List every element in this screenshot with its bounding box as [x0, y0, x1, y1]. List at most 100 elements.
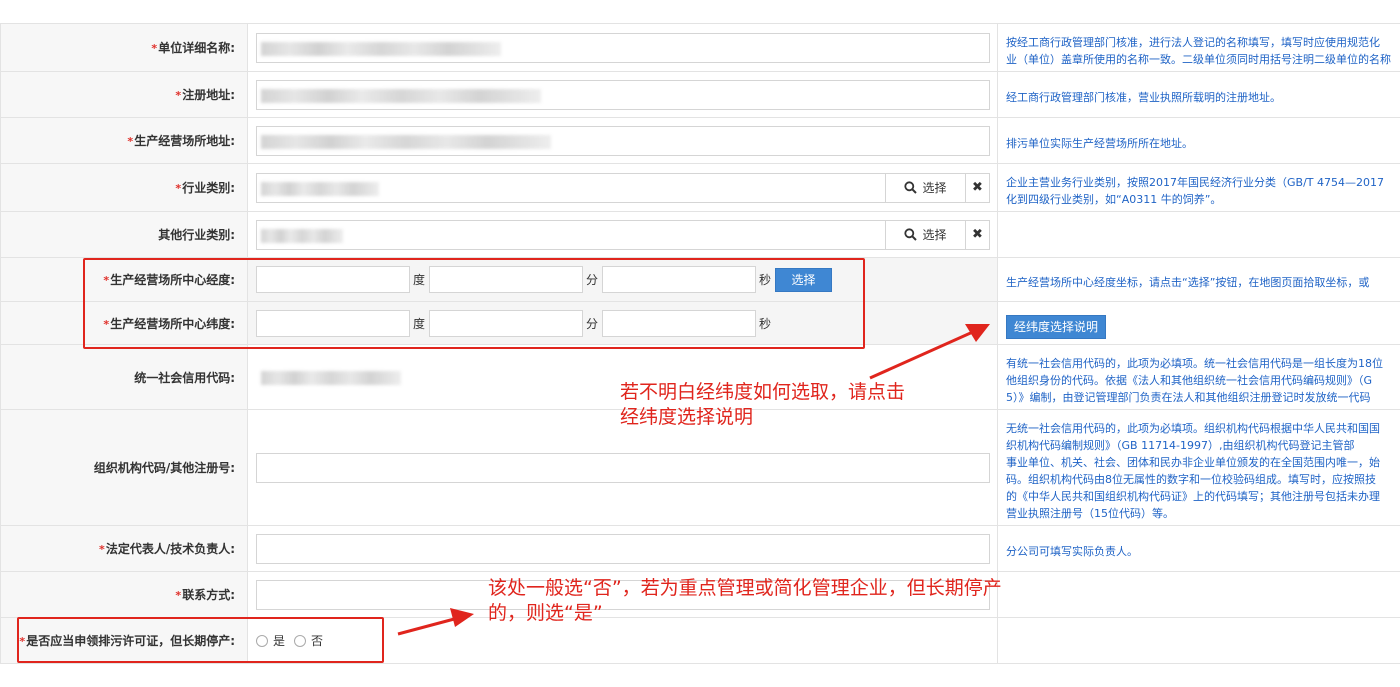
help-org-code: 无统一社会信用代码的，此项为必填项。组织机构代码根据中华人民共和国国 织机构代码…: [997, 409, 1400, 526]
annotation-line: 的，则选“是”: [488, 602, 603, 624]
row-latitude: *生产经营场所中心纬度: 度 分 秒 经纬度选择说明: [0, 301, 1400, 345]
other-industry-clear-button[interactable]: ✖: [966, 219, 990, 250]
help-unit-name: 按经工商行政管理部门核准，进行法人登记的名称填写，填写时应使用规范化 业（单位）…: [997, 23, 1400, 72]
row-unit-name: *单位详细名称: 按经工商行政管理部门核准，进行法人登记的名称填写，填写时应使用…: [0, 23, 1400, 72]
help-line: 码。组织机构代码由8位无属性的数字和一位校验码组成。填写时，应按照技: [1006, 472, 1376, 486]
label-longitude: *生产经营场所中心经度:: [0, 257, 248, 302]
latitude-second-input[interactable]: [602, 309, 757, 337]
label-reg-address: *注册地址:: [0, 71, 248, 118]
help-industry: 企业主营业务行业类别，按照2017年国民经济行业分类（GB/T 4754—201…: [997, 163, 1400, 212]
longitude-inputs: 度 分 秒 选择: [256, 265, 997, 295]
help-line: 有统一社会信用代码的，此项为必填项。统一社会信用代码是一组长度为18位: [1006, 356, 1383, 370]
industry-input[interactable]: [256, 172, 886, 203]
enterprise-info-form: *单位详细名称: 按经工商行政管理部门核准，进行法人登记的名称填写，填写时应使用…: [0, 23, 1400, 664]
unit-degree: 度: [413, 273, 426, 287]
unit-second: 秒: [759, 273, 772, 287]
help-line: 排污单位实际生产经营场所所在地址。: [1006, 137, 1193, 150]
help-line: 业（单位）盖章所使用的名称一致。二级单位须同时用括号注明二级单位的名称: [1006, 52, 1391, 66]
select-button-label: 选择: [922, 181, 947, 195]
coordinate-select-button[interactable]: 选择: [775, 267, 833, 292]
label-long-term-stop: *是否应当申领排污许可证，但长期停产:: [0, 617, 248, 664]
unit-name-input[interactable]: [256, 32, 990, 63]
label-industry: *行业类别:: [0, 163, 248, 212]
industry-picker: 选择 ✖: [256, 172, 990, 203]
other-industry-picker: 选择 ✖: [256, 219, 990, 250]
help-line: 生产经营场所中心经度坐标，请点击“选择”按钮，在地图页面拾取坐标，或: [1006, 276, 1370, 289]
help-line: 经工商行政管理部门核准，营业执照所载明的注册地址。: [1006, 91, 1281, 104]
help-line: 企业主营业务行业类别，按照2017年国民经济行业分类（GB/T 4754—201…: [1006, 175, 1384, 189]
help-site-address: 排污单位实际生产经营场所所在地址。: [997, 117, 1400, 164]
required-mark: *: [175, 182, 182, 195]
field-cell: 度 分 秒 选择: [247, 257, 998, 302]
help-long-term-stop: [997, 617, 1400, 664]
row-industry: *行业类别: 选择 ✖ 企业主营业务行业类别，按照2017年国民经济行业分类（G…: [0, 163, 1400, 212]
latitude-minute-input[interactable]: [429, 309, 584, 337]
field-cell: [247, 71, 998, 118]
field-cell: 选择 ✖: [247, 163, 998, 212]
help-line: 他组织身份的代码。依据《法人和其他组织统一社会信用代码编码规则》（G: [1006, 373, 1373, 387]
label-credit-code: 统一社会信用代码:: [0, 344, 248, 410]
label-text: 单位详细名称:: [158, 41, 235, 55]
label-other-industry: 其他行业类别:: [0, 211, 248, 258]
reg-address-input[interactable]: [256, 79, 990, 110]
longitude-minute-input[interactable]: [429, 266, 584, 293]
legal-rep-input[interactable]: [256, 533, 990, 564]
industry-select-button[interactable]: 选择: [886, 172, 966, 203]
label-unit-name: *单位详细名称:: [0, 23, 248, 72]
field-cell: [247, 117, 998, 164]
field-cell: 选择 ✖: [247, 211, 998, 258]
help-line: 无统一社会信用代码的，此项为必填项。组织机构代码根据中华人民共和国国: [1006, 421, 1380, 435]
unit-degree: 度: [413, 316, 426, 331]
help-line: 分公司可填写实际负责人。: [1006, 545, 1138, 558]
coordinate-hint-text: 若不明白经纬度如何选取，请点击 经纬度选择说明: [620, 380, 905, 430]
help-contact: [997, 571, 1400, 618]
help-legal-rep: 分公司可填写实际负责人。: [997, 525, 1400, 572]
other-industry-input[interactable]: [256, 219, 886, 250]
org-code-input[interactable]: [256, 452, 990, 483]
radio-no[interactable]: [294, 634, 307, 647]
radio-yes-label[interactable]: 是: [273, 632, 285, 649]
redacted-value: [261, 228, 343, 243]
coordinate-help-button[interactable]: 经纬度选择说明: [1006, 315, 1106, 339]
other-industry-select-button[interactable]: 选择: [886, 219, 966, 250]
help-line: 按经工商行政管理部门核准，进行法人登记的名称填写，填写时应使用规范化: [1006, 35, 1380, 49]
enterprise-info-form-page: *单位详细名称: 按经工商行政管理部门核准，进行法人登记的名称填写，填写时应使用…: [0, 0, 1400, 687]
help-line: 5）》编制，由登记管理部门负责在法人和其他组织注册登记时发放统一代码: [1006, 390, 1371, 404]
required-mark: *: [103, 317, 110, 331]
radio-no-label[interactable]: 否: [311, 632, 323, 649]
help-line: 织机构代码编制规则》（GB 11714-1997）,由组织机构代码登记主管部: [1006, 438, 1355, 452]
select-button-label: 选择: [922, 228, 947, 242]
annotation-line: 该处一般选“否”，若为重点管理或简化管理企业，但长期停产: [488, 577, 1002, 599]
label-text: 组织机构代码/其他注册号:: [93, 461, 235, 475]
help-line: 事业单位、机关、社会、团体和民办非企业单位颁发的在全国范围内唯一，始: [1006, 455, 1380, 469]
label-contact: *联系方式:: [0, 571, 248, 618]
longitude-degree-input[interactable]: [256, 266, 410, 293]
industry-clear-button[interactable]: ✖: [966, 172, 990, 203]
redacted-value: [261, 88, 541, 103]
label-legal-rep: *法定代表人/技术负责人:: [0, 525, 248, 572]
radio-yes[interactable]: [256, 634, 268, 647]
label-text: 生产经营场所中心经度:: [110, 273, 235, 287]
unit-minute: 分: [586, 316, 599, 331]
row-site-address: *生产经营场所地址: 排污单位实际生产经营场所所在地址。: [0, 117, 1400, 164]
longitude-second-input[interactable]: [602, 266, 757, 293]
label-text: 生产经营场所中心纬度:: [110, 316, 235, 331]
redacted-value: [261, 41, 501, 56]
help-line: 化到四级行业类别，如“A0311 牛的饲养”。: [1006, 192, 1222, 206]
label-text: 注册地址:: [182, 88, 235, 102]
latitude-degree-input[interactable]: [256, 309, 410, 337]
annotation-line: 经纬度选择说明: [620, 406, 754, 428]
required-mark: *: [19, 635, 26, 648]
required-mark: *: [103, 274, 110, 287]
required-mark: *: [175, 589, 182, 602]
required-mark: *: [175, 89, 182, 102]
close-icon: ✖: [972, 180, 983, 195]
site-address-input[interactable]: [256, 125, 990, 156]
help-credit-code: 有统一社会信用代码的，此项为必填项。统一社会信用代码是一组长度为18位 他组织身…: [997, 344, 1400, 410]
label-text: 其他行业类别:: [158, 228, 235, 242]
credit-code-input[interactable]: [256, 362, 406, 392]
label-text: 联系方式:: [182, 588, 235, 602]
required-mark: *: [151, 42, 158, 55]
redacted-value: [261, 181, 379, 196]
label-text: 法定代表人/技术负责人:: [105, 542, 235, 556]
